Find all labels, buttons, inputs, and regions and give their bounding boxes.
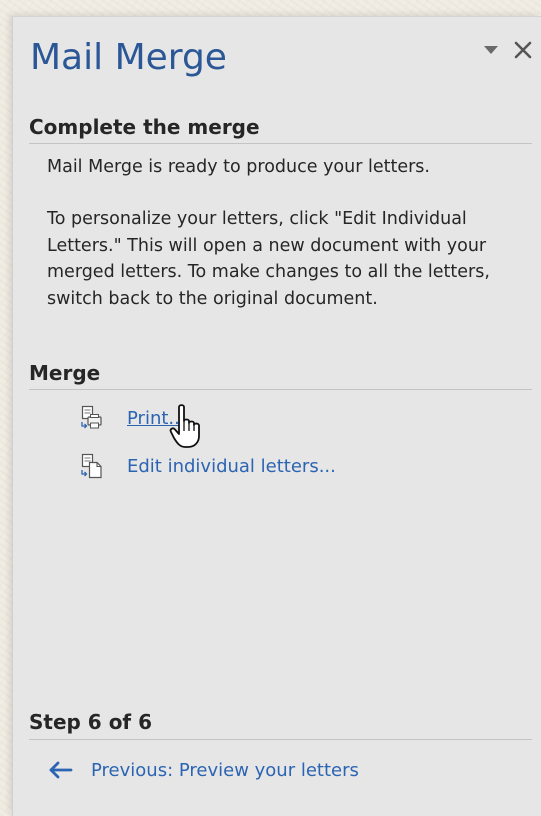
pane-title: Mail Merge [30,37,227,78]
arrow-left-icon [49,761,73,779]
section-divider [29,389,532,390]
section-divider [29,739,532,740]
close-icon[interactable] [512,39,534,61]
edit-letters-link-row[interactable]: Edit individual letters... [81,451,336,481]
ready-text: Mail Merge is ready to produce your lett… [47,157,430,177]
previous-step-link-row[interactable]: Previous: Preview your letters [47,755,359,785]
print-merge-icon [81,405,102,429]
hand-cursor-icon [169,404,200,448]
edit-individual-letters-link[interactable]: Edit individual letters... [127,456,336,477]
previous-step-link[interactable]: Previous: Preview your letters [91,760,359,781]
section-divider [29,143,532,144]
merge-heading: Merge [29,361,101,385]
edit-letters-icon [81,453,102,479]
complete-merge-heading: Complete the merge [29,115,260,139]
mail-merge-pane: Mail Merge Complete the merge Mail Merge… [12,16,541,816]
pane-options-dropdown-icon[interactable] [484,46,498,54]
step-heading: Step 6 of 6 [29,710,153,734]
instructions-text: To personalize your letters, click "Edit… [47,209,490,309]
